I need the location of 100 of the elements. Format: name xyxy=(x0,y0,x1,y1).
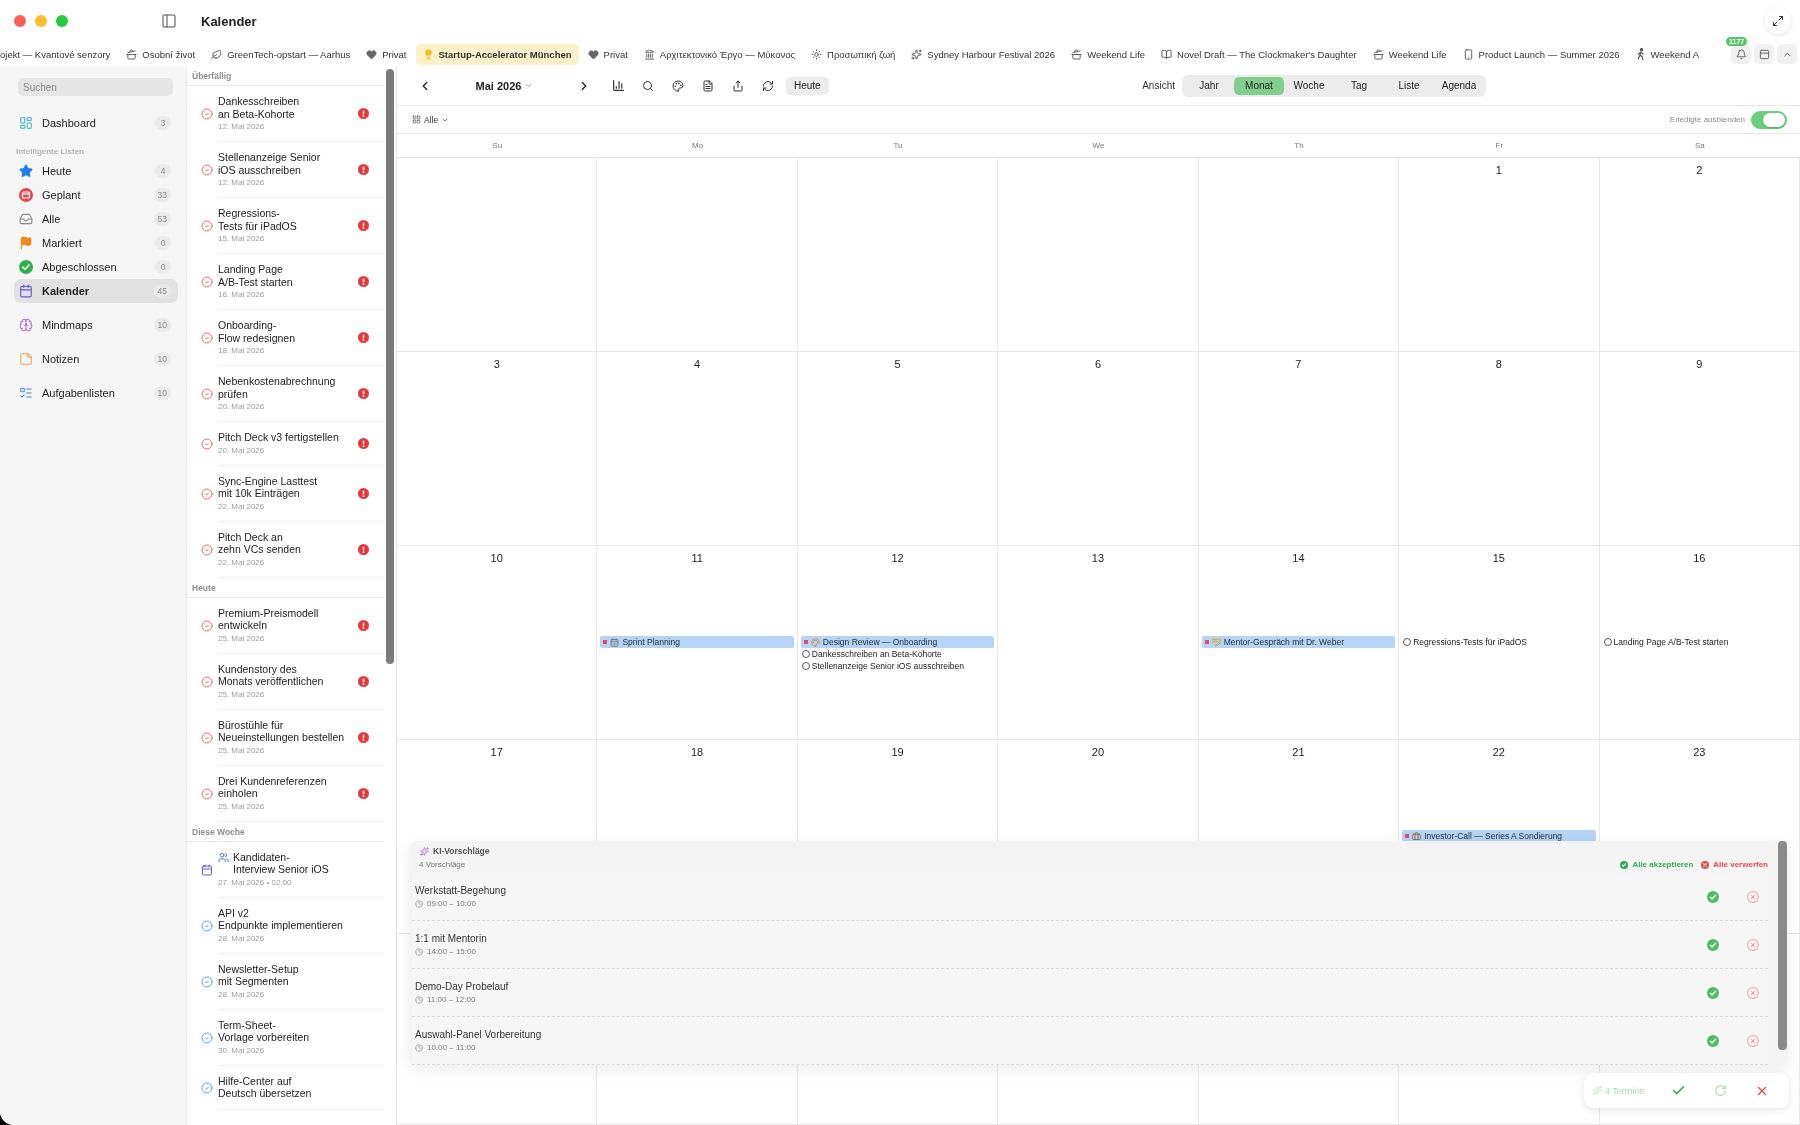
filter-button[interactable]: Alle xyxy=(412,114,450,125)
check-circle-icon[interactable] xyxy=(201,164,213,176)
project-tab[interactable]: Osobní život xyxy=(119,43,203,65)
reject-icon[interactable] xyxy=(1747,986,1759,999)
project-tab[interactable]: Sydney Harbour Festival 2026 xyxy=(904,43,1063,65)
sidebar-item[interactable]: Heute 4 xyxy=(14,159,178,183)
today-button[interactable]: Heute xyxy=(786,76,829,95)
calendar-task[interactable]: Regressions-Tests für iPadOS xyxy=(1402,636,1527,648)
check-circle-icon[interactable] xyxy=(201,332,213,344)
day-number: 10 xyxy=(490,552,503,565)
project-tab[interactable]: Weekend Life xyxy=(1064,43,1153,65)
sidebar-toggle-icon[interactable] xyxy=(161,13,177,29)
check-circle-icon[interactable] xyxy=(201,787,213,800)
project-tab[interactable]: Προσωπική ζωή xyxy=(804,43,903,65)
sidebar-item[interactable]: Alle 53 xyxy=(14,207,178,231)
collapse-button[interactable] xyxy=(1777,44,1797,64)
view-tab[interactable]: Jahr xyxy=(1184,76,1234,95)
view-tab[interactable]: Liste xyxy=(1384,76,1434,95)
flag-icon xyxy=(19,236,33,250)
day-number: 7 xyxy=(1295,358,1302,371)
calendar-event[interactable]: Mentor-Gespräch mit Dr. Weber xyxy=(1201,636,1396,648)
accept-icon[interactable] xyxy=(1707,986,1719,999)
task-title: Drei Kundenreferenzen einholen xyxy=(218,774,328,800)
calendar-event[interactable]: Design Review — Onboarding xyxy=(800,636,995,648)
project-tab[interactable]: Weekend A xyxy=(1628,43,1706,65)
day-number: 12 xyxy=(891,552,904,565)
day-number: 13 xyxy=(1091,552,1105,565)
building-icon xyxy=(643,48,655,60)
check-circle-icon[interactable] xyxy=(201,543,213,556)
sidebar-item[interactable]: Aufgabenlisten 10 xyxy=(14,381,178,405)
count-badge: 4 xyxy=(155,164,171,178)
accept-icon[interactable] xyxy=(1707,890,1719,903)
check-circle-icon[interactable] xyxy=(201,487,213,500)
project-tab[interactable]: Startup-Accelerator München xyxy=(415,43,579,65)
calendar-task[interactable]: Stellenanzeige Senior iOS ausschreiben xyxy=(800,660,964,672)
check-circle-icon[interactable] xyxy=(201,731,213,744)
reject-icon[interactable] xyxy=(1747,1034,1759,1047)
view-tab[interactable]: Tag xyxy=(1334,76,1384,95)
project-tab[interactable]: Privat xyxy=(359,43,414,65)
suggestion-time: 09:00 – 10:00 xyxy=(427,899,476,908)
scrollbar-thumb[interactable] xyxy=(1778,841,1787,1050)
day-number: 15 xyxy=(1492,552,1505,565)
project-tab[interactable]: Privat xyxy=(580,43,635,65)
zoom-button[interactable] xyxy=(56,15,68,27)
check-circle-icon[interactable] xyxy=(201,276,213,288)
toggle-switch[interactable] xyxy=(1751,110,1787,129)
search-field[interactable]: Suchen xyxy=(18,78,173,96)
view-tab[interactable]: Monat xyxy=(1234,76,1284,95)
project-tab[interactable]: Product Launch — Summer 2026 xyxy=(1455,43,1627,65)
sidebar-item[interactable]: Notizen 10 xyxy=(14,347,178,371)
check-circle-icon[interactable] xyxy=(201,619,213,632)
check-circle-icon[interactable] xyxy=(201,388,213,400)
minimize-button[interactable] xyxy=(35,15,47,27)
weekday-label: Su xyxy=(492,141,503,150)
project-tab[interactable]: ojekt — Kvantové senzory xyxy=(0,43,118,65)
sidebar-item[interactable]: Mindmaps 10 xyxy=(14,313,178,337)
check-circle-icon[interactable] xyxy=(201,437,213,450)
reject-icon[interactable] xyxy=(1747,938,1759,951)
sidebar-item[interactable]: Dashboard 3 xyxy=(14,111,178,135)
view-tab[interactable]: Agenda xyxy=(1434,76,1484,95)
close-button[interactable] xyxy=(14,15,26,27)
sidebar-item[interactable]: Abgeschlossen 0 xyxy=(14,255,178,279)
accept-icon[interactable] xyxy=(1707,1034,1719,1047)
reject-icon[interactable] xyxy=(1747,890,1759,903)
palette-icon xyxy=(672,79,684,92)
check-circle-icon[interactable] xyxy=(201,108,213,120)
section-title: Intelligente Listen xyxy=(15,146,84,158)
scrollbar-thumb[interactable] xyxy=(386,69,394,664)
sidebar-item[interactable]: Kalender 45 xyxy=(14,279,178,303)
accept-icon[interactable] xyxy=(1707,938,1719,951)
check-circle-icon[interactable] xyxy=(201,975,213,988)
refresh-icon[interactable] xyxy=(1714,1084,1727,1097)
expand-button[interactable] xyxy=(1765,8,1791,34)
project-tab[interactable]: Novel Draft — The Clockmaker's Daughter xyxy=(1154,43,1364,65)
check-circle-icon[interactable] xyxy=(201,1031,213,1044)
view-tab[interactable]: Woche xyxy=(1284,76,1334,95)
walking-person-icon xyxy=(1635,48,1646,60)
check-circle-icon[interactable] xyxy=(201,1081,213,1094)
view-label: Ansicht xyxy=(1142,80,1175,91)
panel-button[interactable] xyxy=(1754,44,1774,64)
tray-icon xyxy=(19,212,33,226)
check-circle-icon[interactable] xyxy=(201,919,213,932)
check-circle-icon[interactable] xyxy=(201,220,213,232)
month-picker[interactable]: Mai 2026 xyxy=(433,79,576,92)
calendar-event[interactable]: Investor-Call — Series A Sondierung xyxy=(1402,830,1596,842)
project-tab[interactable]: GreenTech-opstart — Aarhus xyxy=(204,43,358,65)
pending-label: 4 Termine xyxy=(1605,1085,1645,1096)
calendar-task[interactable]: Dankesschreiben an Beta-Kohorte xyxy=(800,648,942,660)
note-icon xyxy=(19,352,33,366)
people-icon xyxy=(218,851,229,863)
sidebar-item[interactable]: Geplant 33 xyxy=(14,183,178,207)
project-tab[interactable]: Αρχιτεκτονικό Έργο — Μύκονος xyxy=(636,43,803,65)
check-circle-icon[interactable] xyxy=(201,675,213,688)
panel-icon xyxy=(1758,48,1770,60)
calendar-task[interactable]: Landing Page A/B-Test starten xyxy=(1602,636,1729,648)
dashboard-icon xyxy=(19,116,33,130)
project-tab[interactable]: Weekend Life xyxy=(1365,43,1454,65)
reject-all-button[interactable]: Alle verwerfen xyxy=(1701,860,1768,869)
calendar-event[interactable]: Sprint Planning xyxy=(600,636,794,648)
sidebar-item[interactable]: Markiert 0 xyxy=(14,231,178,255)
